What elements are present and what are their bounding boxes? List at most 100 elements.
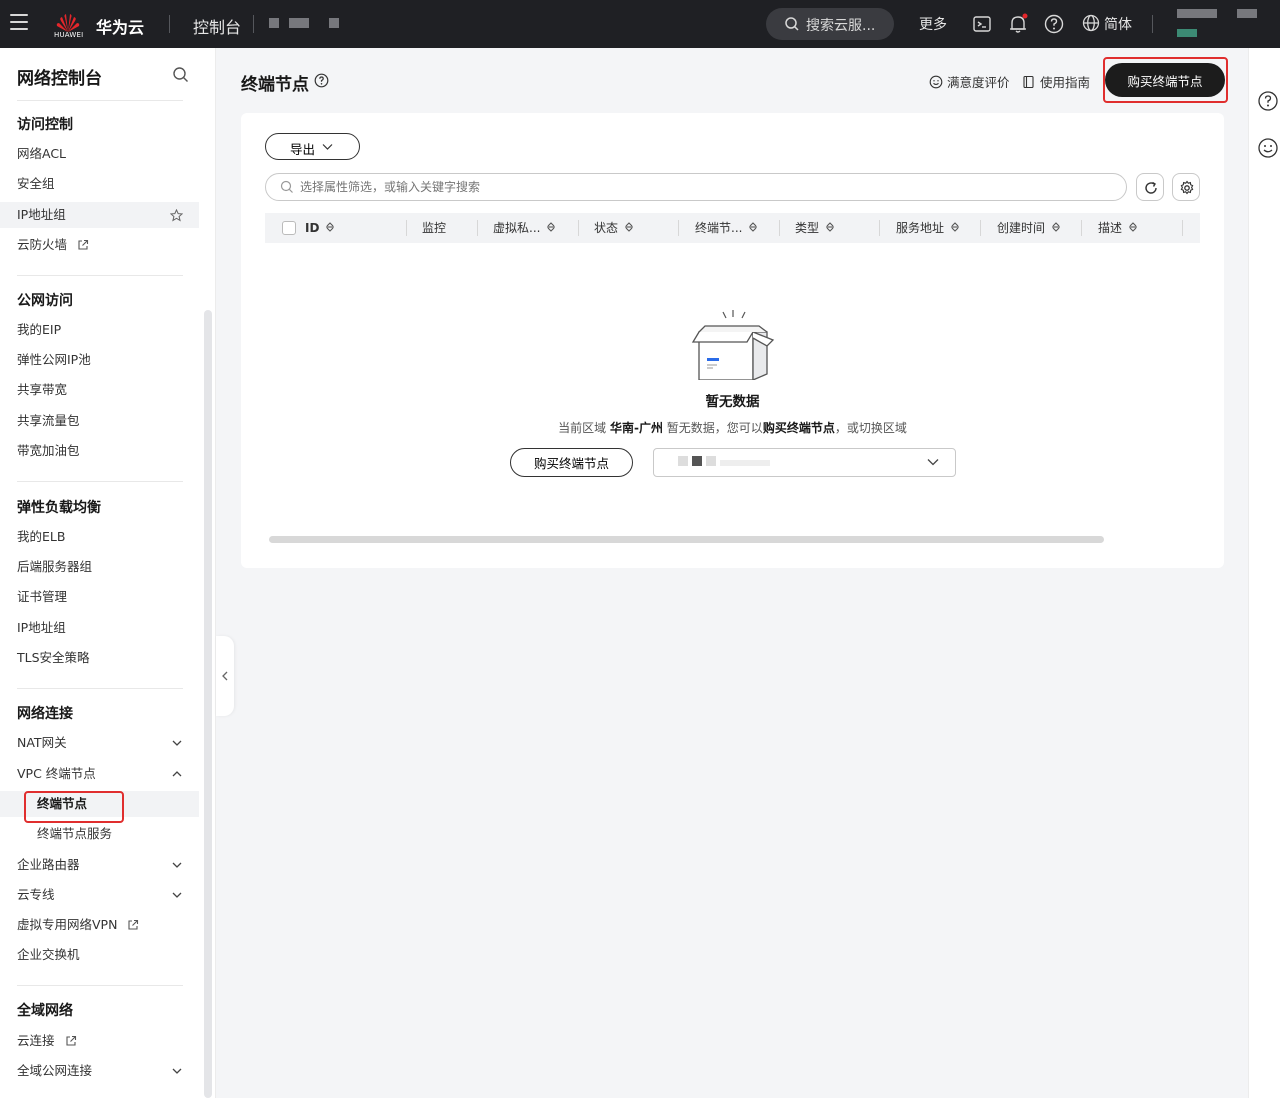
sidebar-item-label: 共享流量包 bbox=[17, 413, 80, 428]
sidebar-item-bandwidth-addon[interactable]: 带宽加油包 bbox=[0, 438, 199, 464]
column-separator[interactable] bbox=[779, 220, 780, 236]
column-label: 类型 bbox=[795, 221, 820, 235]
page-title: 终端节点 bbox=[241, 75, 309, 95]
group-access-control: 访问控制 bbox=[17, 117, 73, 133]
column-separator[interactable] bbox=[1081, 220, 1082, 236]
sort-icon[interactable] bbox=[1051, 221, 1061, 233]
sidebar-item-my-elb[interactable]: 我的ELB bbox=[0, 524, 199, 550]
search-icon[interactable] bbox=[172, 66, 189, 83]
group-elb: 弹性负载均衡 bbox=[17, 500, 101, 516]
buy-endpoint-link[interactable]: 购买终端节点 bbox=[763, 421, 835, 435]
sidebar-item-ip-address-group[interactable]: IP地址组 bbox=[0, 202, 199, 228]
sidebar-item-vpn[interactable]: 虚拟专用网络VPN bbox=[0, 912, 199, 938]
sidebar-item-enterprise-switch[interactable]: 企业交换机 bbox=[0, 942, 199, 968]
search-icon bbox=[280, 180, 293, 193]
column-header-endpoint-service[interactable]: 终端节... bbox=[695, 213, 758, 243]
notification-bell-icon[interactable] bbox=[1007, 13, 1029, 35]
sort-icon[interactable] bbox=[950, 221, 960, 233]
sidebar-item-cloud-firewall[interactable]: 云防火墙 bbox=[0, 232, 199, 258]
sidebar-item-enterprise-router[interactable]: 企业路由器 bbox=[0, 852, 199, 878]
sidebar-item-label: 安全组 bbox=[17, 176, 55, 191]
settings-button[interactable] bbox=[1172, 173, 1200, 201]
sort-icon[interactable] bbox=[325, 221, 335, 233]
sort-icon[interactable] bbox=[1128, 221, 1138, 233]
sidebar-item-tls-policy[interactable]: TLS安全策略 bbox=[0, 645, 199, 671]
redacted-account bbox=[1237, 9, 1257, 18]
refresh-button[interactable] bbox=[1136, 173, 1164, 201]
sidebar-item-global-internet[interactable]: 全域公网连接 bbox=[0, 1058, 199, 1084]
sidebar-item-network-acl[interactable]: 网络ACL bbox=[0, 141, 199, 167]
sidebar-item-backend-server-group[interactable]: 后端服务器组 bbox=[0, 554, 199, 580]
select-all-checkbox[interactable] bbox=[282, 221, 296, 235]
export-button[interactable]: 导出 bbox=[265, 133, 360, 160]
sidebar-item-label: 全域公网连接 bbox=[17, 1063, 93, 1078]
sort-icon[interactable] bbox=[624, 221, 634, 233]
console-link[interactable]: 控制台 bbox=[193, 14, 241, 38]
column-header-status[interactable]: 状态 bbox=[594, 213, 634, 243]
divider bbox=[169, 15, 170, 33]
star-icon[interactable] bbox=[170, 209, 183, 222]
sort-icon[interactable] bbox=[825, 221, 835, 233]
column-separator[interactable] bbox=[1182, 220, 1183, 236]
more-menu[interactable]: 更多 bbox=[919, 14, 947, 34]
column-header-type[interactable]: 类型 bbox=[795, 213, 835, 243]
satisfaction-link[interactable]: 满意度评价 bbox=[929, 72, 1010, 91]
chevron-down-icon bbox=[322, 144, 333, 150]
redacted-region-value bbox=[678, 455, 770, 470]
column-header-id[interactable]: ID bbox=[305, 213, 335, 243]
sort-icon[interactable] bbox=[546, 221, 556, 233]
hamburger-menu-icon[interactable] bbox=[10, 14, 28, 32]
column-label: 服务地址 bbox=[896, 221, 945, 235]
column-header-description[interactable]: 描述 bbox=[1098, 213, 1138, 243]
sidebar-item-shared-bandwidth[interactable]: 共享带宽 bbox=[0, 377, 199, 403]
column-separator[interactable] bbox=[980, 220, 981, 236]
filter-input[interactable] bbox=[300, 177, 1100, 197]
sidebar-item-my-eip[interactable]: 我的EIP bbox=[0, 317, 199, 343]
external-link-icon bbox=[128, 919, 139, 930]
sort-icon[interactable] bbox=[748, 221, 758, 233]
sidebar-item-endpoint-services[interactable]: 终端节点服务 bbox=[0, 821, 199, 847]
column-header-created-time[interactable]: 创建时间 bbox=[997, 213, 1061, 243]
redacted-block bbox=[289, 18, 309, 28]
empty-buy-endpoint-button[interactable]: 购买终端节点 bbox=[510, 448, 633, 477]
global-search[interactable]: 搜索云服... bbox=[766, 8, 894, 40]
redacted-account[interactable] bbox=[1177, 9, 1217, 18]
sidebar-item-shared-data-package[interactable]: 共享流量包 bbox=[0, 408, 199, 434]
column-separator[interactable] bbox=[678, 220, 679, 236]
column-header-service-address[interactable]: 服务地址 bbox=[896, 213, 960, 243]
sidebar-item-security-group[interactable]: 安全组 bbox=[0, 171, 199, 197]
region-select[interactable] bbox=[653, 448, 956, 477]
filter-search-box[interactable] bbox=[265, 173, 1127, 201]
column-separator[interactable] bbox=[879, 220, 880, 236]
help-icon[interactable] bbox=[1257, 90, 1279, 112]
sidebar-item-label: NAT网关 bbox=[17, 735, 67, 750]
chevron-down-icon bbox=[172, 862, 182, 868]
sidebar-item-eip-pool[interactable]: 弹性公网IP池 bbox=[0, 347, 199, 373]
cloud-shell-icon[interactable] bbox=[971, 13, 993, 35]
sidebar-item-vpc-endpoint[interactable]: VPC 终端节点 bbox=[0, 761, 199, 787]
sidebar-collapse-toggle[interactable] bbox=[216, 636, 234, 716]
column-label: 终端节... bbox=[695, 221, 743, 235]
sidebar-scrollbar[interactable] bbox=[204, 310, 212, 1098]
column-header-vpc[interactable]: 虚拟私... bbox=[493, 213, 556, 243]
external-link-icon bbox=[65, 1035, 76, 1046]
column-separator[interactable] bbox=[406, 220, 407, 236]
help-icon[interactable] bbox=[314, 73, 329, 88]
sidebar-item-direct-connect[interactable]: 云专线 bbox=[0, 882, 199, 908]
brand-name[interactable]: 华为云 bbox=[96, 14, 144, 38]
help-icon[interactable] bbox=[1043, 13, 1065, 35]
sidebar-item-elb-ip-group[interactable]: IP地址组 bbox=[0, 615, 199, 641]
sidebar-item-nat-gateway[interactable]: NAT网关 bbox=[0, 730, 199, 756]
sidebar-item-label: 证书管理 bbox=[17, 589, 68, 604]
guide-link[interactable]: 使用指南 bbox=[1022, 72, 1090, 91]
column-separator[interactable] bbox=[477, 220, 478, 236]
sidebar-item-certificate[interactable]: 证书管理 bbox=[0, 584, 199, 610]
horizontal-scrollbar[interactable] bbox=[269, 536, 1104, 543]
sidebar-item-cloud-connect[interactable]: 云连接 bbox=[0, 1028, 199, 1054]
chevron-up-icon bbox=[172, 771, 182, 777]
smiley-icon[interactable] bbox=[1257, 137, 1279, 159]
column-separator[interactable] bbox=[578, 220, 579, 236]
language-switch[interactable]: 简体 bbox=[1104, 14, 1132, 34]
globe-icon[interactable] bbox=[1082, 14, 1100, 32]
chevron-down-icon bbox=[172, 892, 182, 898]
